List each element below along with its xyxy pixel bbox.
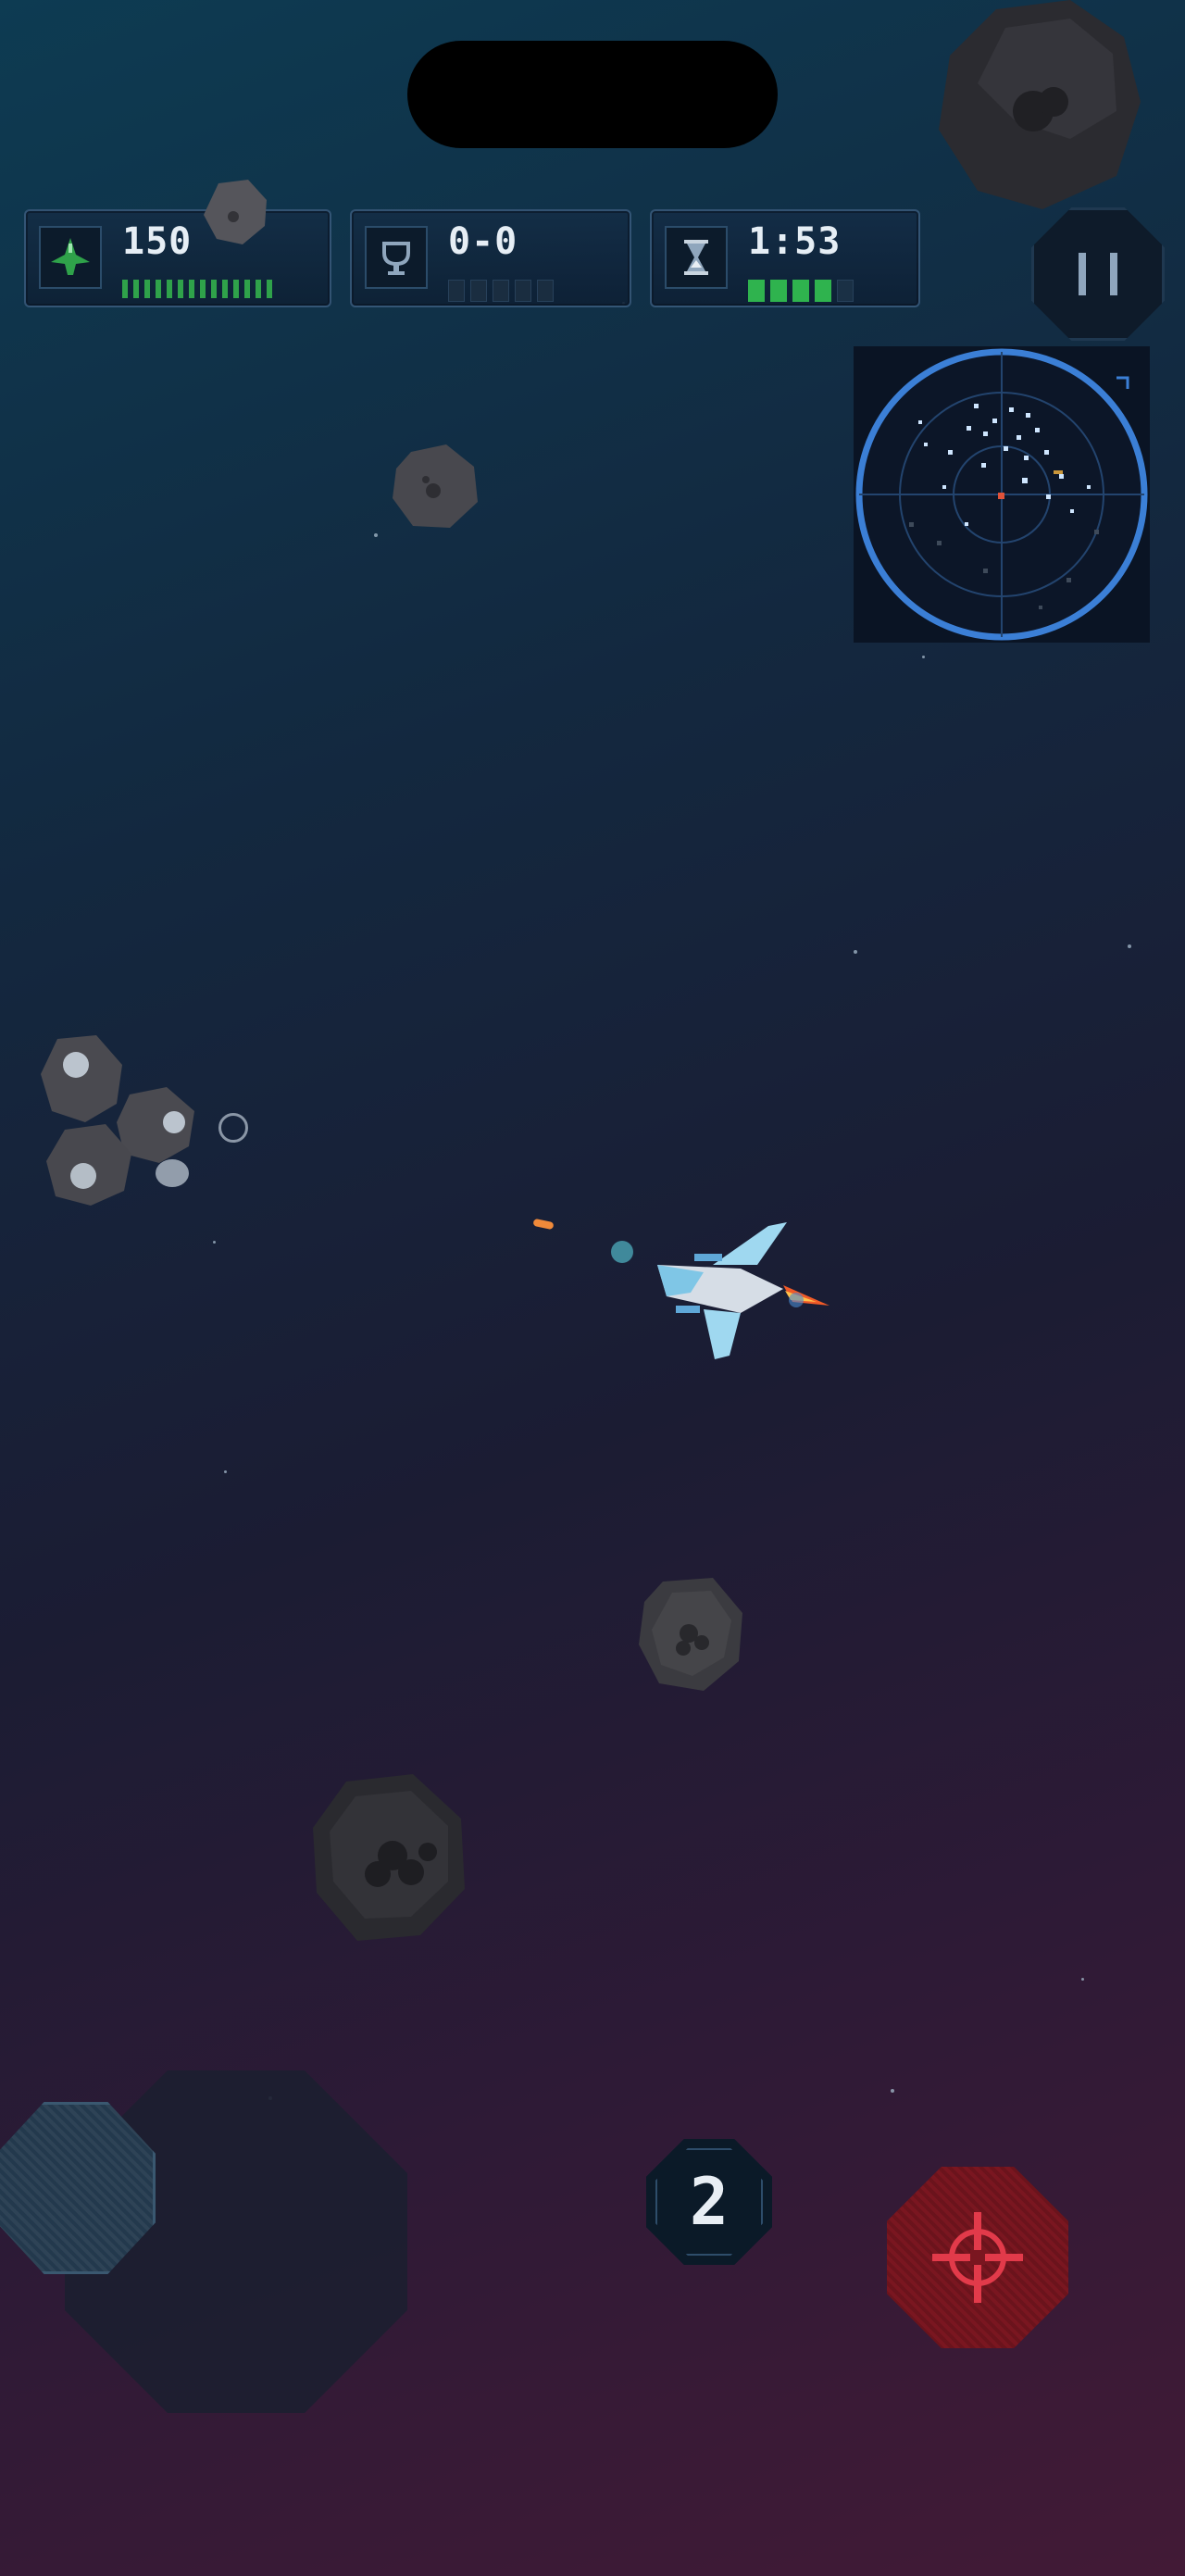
kills-bar [448, 280, 554, 302]
pause-button[interactable] [1031, 207, 1165, 341]
asteroid [639, 1578, 742, 1691]
target-ring [218, 1113, 248, 1143]
fire-button[interactable] [887, 2167, 1068, 2348]
kills-panel: 0-0 [350, 209, 631, 307]
explosion-debris [156, 1159, 189, 1187]
timer-progress-bar [748, 280, 854, 302]
score-panel: 150 [24, 209, 331, 307]
asteroid [939, 0, 1141, 209]
timer-value: 1:53 [748, 220, 842, 263]
weapon-slot-number: 2 [655, 2148, 763, 2256]
score-bar [122, 280, 272, 298]
score-value: 150 [122, 220, 193, 263]
hourglass-icon [665, 226, 728, 289]
trophy-icon [365, 226, 428, 289]
asteroid [204, 180, 267, 244]
status-bar-pill [407, 41, 778, 148]
asteroid [46, 1124, 131, 1206]
radar-minimap[interactable] [854, 346, 1150, 643]
pause-icon [1079, 253, 1086, 295]
weapon-slot-button[interactable]: 2 [646, 2139, 772, 2265]
asteroid [313, 1774, 465, 1941]
crosshair-icon [932, 2212, 1023, 2303]
ship-icon [39, 226, 102, 289]
player-ship [611, 1222, 830, 1359]
timer-panel: 1:53 [650, 209, 920, 307]
kills-value: 0-0 [448, 220, 518, 263]
projectile [532, 1218, 555, 1231]
asteroid [393, 444, 478, 528]
